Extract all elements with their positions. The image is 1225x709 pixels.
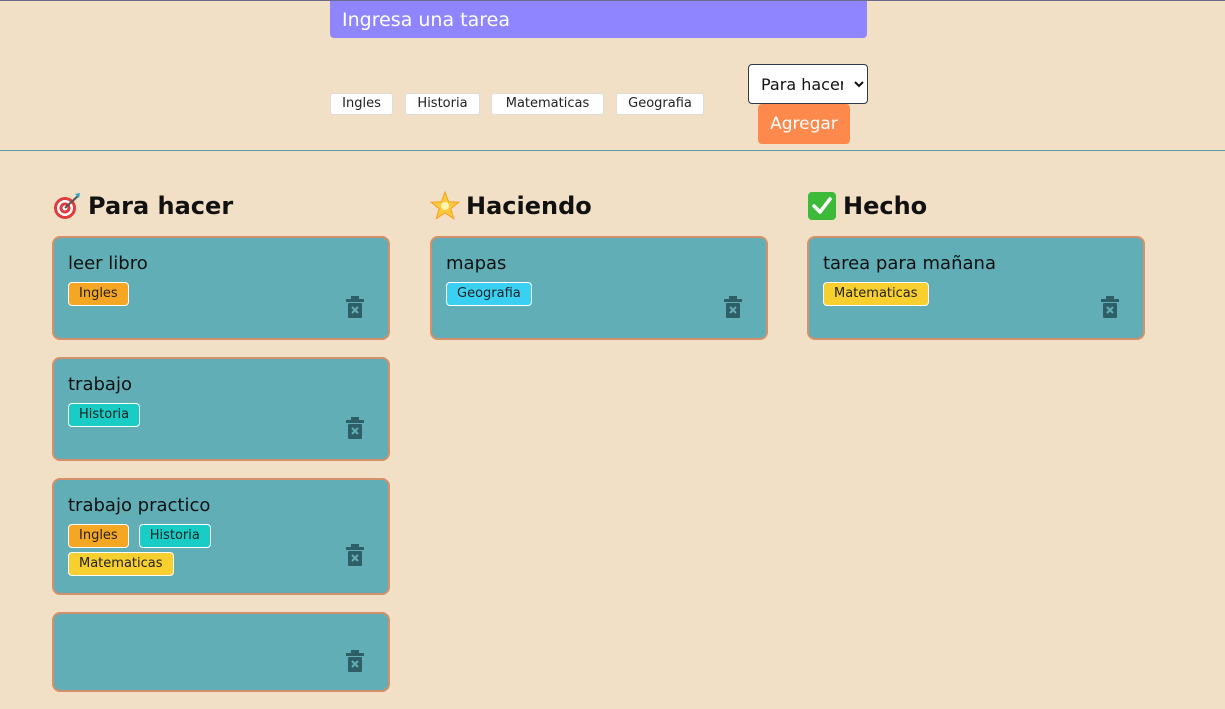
column-title: Hecho — [843, 192, 928, 220]
trash-icon[interactable] — [346, 417, 364, 439]
trash-icon[interactable] — [724, 296, 742, 318]
task-title: tarea para mañana — [823, 253, 996, 274]
task-tags: Historia — [68, 403, 238, 427]
task-title: trabajo practico — [68, 495, 211, 516]
task-title — [68, 628, 374, 652]
task-tags: Geografia — [446, 282, 616, 306]
task-card[interactable] — [52, 612, 390, 692]
column-heading: Haciendo — [430, 190, 768, 222]
task-card[interactable]: trabajo practico Ingles Historia Matemat… — [52, 478, 390, 595]
task-tags: Ingles Historia Matematicas — [68, 524, 238, 576]
column-title: Haciendo — [466, 192, 592, 220]
task-title: leer libro — [68, 253, 148, 274]
tag-matematicas: Matematicas — [68, 552, 174, 576]
status-select[interactable]: Para hacer — [748, 64, 868, 104]
trash-icon[interactable] — [346, 296, 364, 318]
task-tags: Matematicas — [823, 282, 993, 306]
task-card[interactable]: mapas Geografia — [430, 236, 768, 340]
star-icon — [430, 191, 460, 220]
trash-icon[interactable] — [346, 544, 364, 566]
add-task-button[interactable]: Agregar — [758, 104, 850, 144]
tag-ingles: Ingles — [68, 282, 129, 306]
column-title: Para hacer — [88, 192, 234, 220]
tag-matematicas: Matematicas — [823, 282, 929, 306]
tag-button-ingles[interactable]: Ingles — [330, 93, 393, 115]
task-card[interactable]: leer libro Ingles — [52, 236, 390, 340]
column-haciendo: Haciendo mapas Geografia — [430, 190, 768, 357]
tag-historia: Historia — [68, 403, 141, 427]
task-card[interactable]: trabajo Historia — [52, 357, 390, 461]
column-heading: Hecho — [807, 190, 1145, 222]
tag-button-matematicas[interactable]: Matematicas — [491, 93, 604, 115]
target-icon — [54, 193, 80, 219]
column-hecho: Hecho tarea para mañana Matematicas — [807, 190, 1145, 357]
tag-geografia: Geografia — [446, 282, 532, 306]
column-para-hacer: Para hacer leer libro Ingles trabajo His… — [52, 190, 390, 709]
task-input[interactable] — [330, 1, 867, 38]
tag-ingles: Ingles — [68, 524, 129, 548]
tag-button-historia[interactable]: Historia — [405, 93, 480, 115]
task-tags: Ingles — [68, 282, 238, 306]
check-icon — [808, 192, 836, 220]
header-divider — [0, 150, 1225, 151]
tag-button-geografia[interactable]: Geografia — [616, 93, 704, 115]
column-heading: Para hacer — [52, 190, 390, 222]
task-card[interactable]: tarea para mañana Matematicas — [807, 236, 1145, 340]
trash-icon[interactable] — [346, 650, 364, 672]
tag-historia: Historia — [138, 524, 211, 548]
trash-icon[interactable] — [1101, 296, 1119, 318]
task-title: trabajo — [68, 374, 132, 395]
task-title: mapas — [446, 253, 507, 274]
